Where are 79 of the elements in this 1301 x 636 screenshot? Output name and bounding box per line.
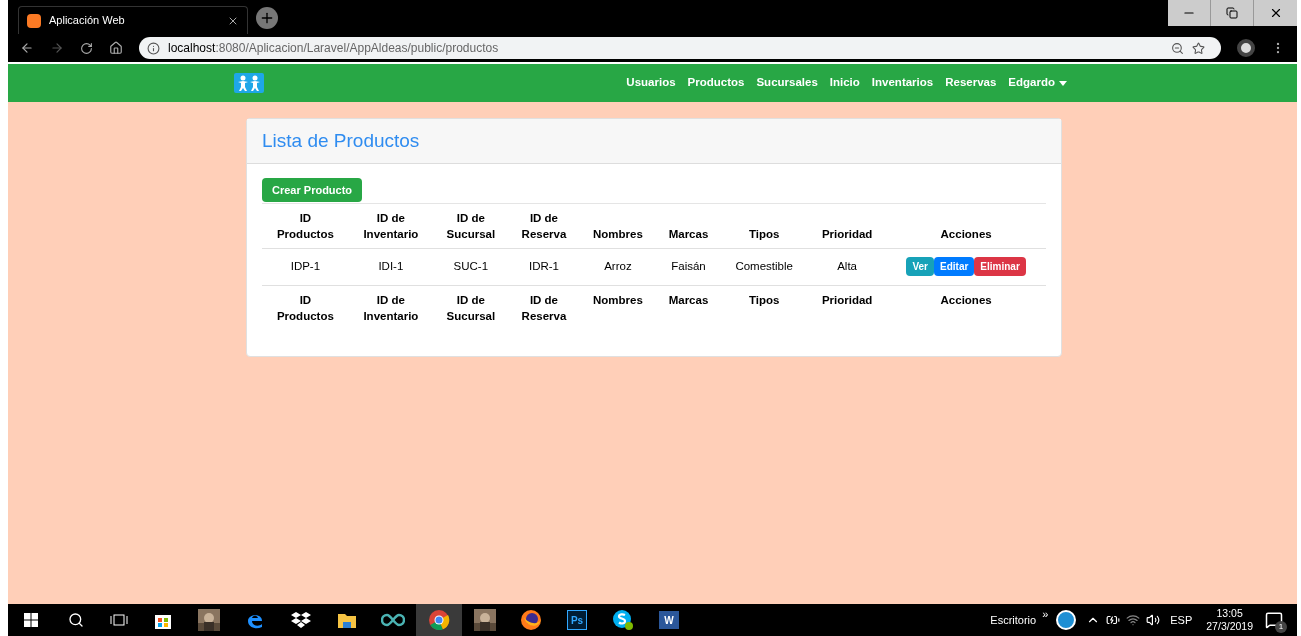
zoom-out-icon[interactable] [1171, 41, 1184, 55]
desktop-label[interactable]: Escritorio [990, 611, 1037, 629]
column-footer: ID de Reserva [508, 285, 580, 330]
nav-link[interactable]: Reservas [945, 74, 997, 92]
volume-icon[interactable] [1146, 613, 1161, 627]
notifications-icon[interactable] [1265, 611, 1283, 629]
nav-link[interactable]: Usuarios [626, 74, 676, 92]
battery-icon[interactable] [1106, 613, 1121, 627]
action-button[interactable]: Editar [934, 257, 975, 277]
column-header: Prioridad [808, 203, 887, 249]
column-footer: Tipos [720, 285, 808, 330]
firefox-icon [520, 609, 542, 631]
back-icon[interactable] [20, 41, 34, 55]
column-footer: ID de Inventario [348, 285, 433, 330]
column-header: ID de Sucursal [433, 203, 509, 249]
children-logo-icon [234, 73, 264, 93]
nav-link[interactable]: Inventarios [871, 74, 934, 92]
toolbar-chevron[interactable]: » [1042, 606, 1049, 623]
word-icon: W [659, 611, 679, 629]
column-header: Marcas [656, 203, 721, 249]
column-header: Nombres [579, 203, 657, 249]
column-header: ID de Reserva [508, 203, 580, 249]
card-title: Lista de Productos [262, 128, 420, 153]
home-icon[interactable] [109, 41, 123, 55]
language-indicator[interactable]: ESP [1170, 611, 1193, 629]
table-cell: SUC-1 [433, 248, 509, 285]
restore-icon[interactable] [1226, 7, 1238, 19]
table-cell: Alta [808, 248, 887, 285]
xampp-icon [27, 13, 41, 28]
task-view-icon[interactable] [110, 614, 128, 626]
clock-date[interactable]: 27/3/2019 [1206, 620, 1253, 633]
table-cell: Arroz [579, 248, 657, 285]
nav-link[interactable]: Inicio [829, 74, 860, 92]
column-footer: Acciones [886, 285, 1046, 330]
column-footer: Marcas [656, 285, 721, 330]
nav-link[interactable]: Productos [687, 74, 745, 92]
create-product-button[interactable]: Crear Producto [262, 178, 363, 203]
dropbox-icon [291, 610, 311, 630]
chrome-icon [428, 609, 450, 631]
reload-icon[interactable] [80, 41, 93, 55]
star-icon[interactable] [1192, 41, 1205, 55]
column-header: ID de Inventario [348, 203, 433, 249]
taskbar-app[interactable]: Ps [554, 604, 600, 636]
taskbar-app[interactable] [416, 604, 462, 636]
new-tab-icon[interactable] [259, 10, 275, 26]
column-header: Acciones [886, 203, 1046, 249]
column-footer: ID de Sucursal [433, 285, 509, 330]
profile-avatar[interactable] [1237, 39, 1255, 57]
url-text: localhost:8080/Aplicacion/Laravel/AppAldeas/public/productos [168, 40, 500, 57]
wifi-icon[interactable] [1126, 613, 1141, 627]
skype-icon [612, 609, 634, 631]
table-cell: IDR-1 [508, 248, 580, 285]
taskbar-app[interactable]: W [646, 604, 692, 636]
folder-icon [337, 611, 357, 629]
search-icon[interactable] [68, 612, 84, 628]
table-cell: IDI-1 [348, 248, 433, 285]
tab-title: Aplicación Web [49, 13, 126, 29]
column-footer: ID Productos [262, 285, 349, 330]
action-button[interactable]: Eliminar [974, 257, 1026, 277]
windows-start-icon[interactable] [24, 613, 38, 627]
table-cell: IDP-1 [262, 248, 349, 285]
clock-time[interactable]: 13:05 [1216, 607, 1243, 620]
column-footer: Nombres [579, 285, 657, 330]
photoshop-icon: Ps [567, 610, 587, 630]
notification-count: 1 [1275, 621, 1287, 633]
column-header: ID Productos [262, 203, 349, 249]
forward-icon[interactable] [50, 41, 64, 55]
action-button[interactable]: Ver [906, 257, 934, 277]
column-footer: Prioridad [808, 285, 887, 330]
table-cell: Comestible [720, 248, 808, 285]
infinity-icon [381, 613, 405, 627]
nav-link[interactable]: Sucursales [756, 74, 818, 92]
table-cell: Faisán [656, 248, 721, 285]
info-icon [147, 41, 160, 55]
caret-icon [1059, 80, 1067, 86]
nav-link[interactable]: Edgardo [1008, 74, 1067, 92]
browser-tab[interactable]: Aplicación Web [18, 6, 248, 34]
address-bar[interactable]: localhost:8080/Aplicacion/Laravel/AppAldeas/public/productos [139, 37, 1221, 59]
column-header: Tipos [720, 203, 808, 249]
